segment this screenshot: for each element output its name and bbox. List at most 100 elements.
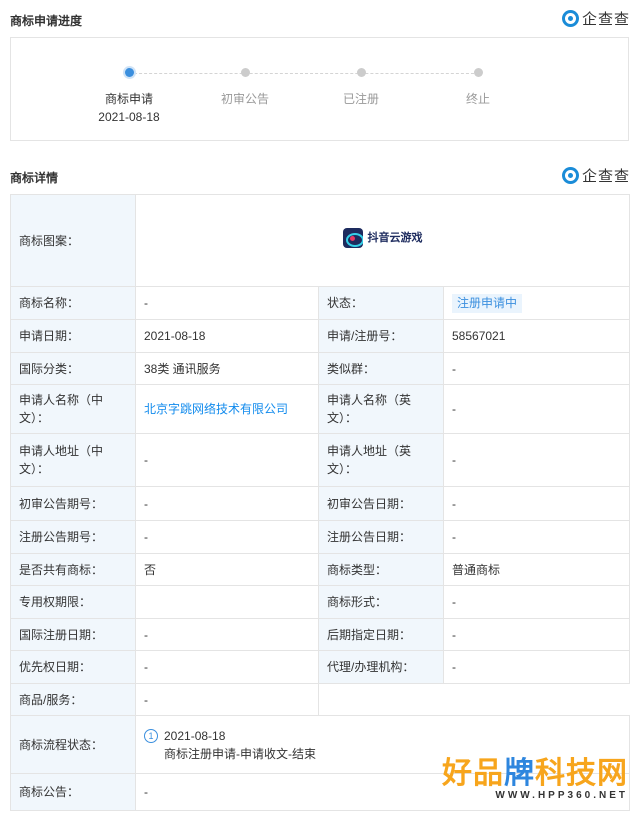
step-label: 商标申请 — [104, 92, 153, 106]
flow-entry: 1 2021-08-18 — [144, 726, 621, 745]
watermark-url: WWW.HPP360.NET — [495, 790, 628, 801]
field-value: - — [135, 486, 319, 521]
field-label: 初审公告期号： — [10, 486, 136, 521]
trademark-image[interactable]: 抖音云游戏 — [134, 194, 631, 287]
field-value: - — [442, 618, 631, 651]
field-label: 商标名称： — [10, 286, 136, 320]
table-row: 是否共有商标： 否 商标类型： 普通商标 — [10, 553, 631, 586]
field-value — [135, 585, 319, 619]
step-preliminary-announcement: 初审公告 — [185, 68, 305, 107]
field-label: 申请/注册号： — [318, 319, 444, 353]
logo-text: 抖音云游戏 — [367, 232, 423, 244]
qichacha-brand[interactable]: 企查查 — [561, 165, 630, 186]
field-label: 申请人名称（中文）： — [10, 384, 136, 434]
field-label: 国际分类： — [10, 352, 136, 385]
field-label: 注册公告期号： — [10, 520, 136, 554]
field-value: - — [442, 520, 631, 554]
trademark-details-table: 商标图案： 抖音云游戏 商标名称： - 状态： 注册申请中 申请日期： 2021… — [10, 194, 631, 811]
field-label: 申请日期： — [10, 319, 136, 353]
field-value: - — [135, 286, 319, 320]
field-value: 北京字跳网络技术有限公司 — [135, 384, 319, 434]
field-label: 商品/服务： — [10, 683, 136, 716]
field-label: 是否共有商标： — [10, 553, 136, 586]
field-label: 商标流程状态： — [10, 715, 136, 774]
field-value: 普通商标 — [442, 553, 631, 586]
field-label: 初审公告日期： — [318, 486, 444, 521]
field-label: 类似群： — [318, 352, 444, 385]
field-label: 专用权期限： — [10, 585, 136, 619]
table-row: 商标图案： 抖音云游戏 — [10, 194, 631, 287]
field-value: - — [135, 520, 319, 554]
field-value: - — [442, 585, 631, 619]
step-terminated: 终止 — [418, 68, 538, 107]
brand-label: 企查查 — [581, 168, 630, 185]
step-label: 已注册 — [342, 92, 379, 106]
field-value: 注册申请中 — [442, 286, 631, 320]
flow-step-number-icon: 1 — [144, 728, 158, 743]
field-label: 商标图案： — [10, 194, 136, 287]
table-row: 优先权日期： - 代理/办理机构： - — [10, 650, 631, 684]
field-value: 2021-08-18 — [135, 319, 319, 353]
field-label: 代理/办理机构： — [318, 650, 444, 684]
field-label: 优先权日期： — [10, 650, 136, 684]
qichacha-logo-icon — [561, 10, 579, 27]
table-row: 申请日期： 2021-08-18 申请/注册号： 58567021 — [10, 319, 631, 353]
field-label: 注册公告日期： — [318, 520, 444, 554]
table-row: 商品/服务： - — [10, 683, 630, 716]
progress-section-title: 商标申请进度 — [10, 14, 83, 28]
watermark-title-part: 牌 — [504, 757, 535, 790]
step-label: 终止 — [465, 92, 490, 106]
qichacha-logo-icon — [561, 167, 579, 184]
empty-cell — [317, 683, 630, 716]
applicant-company-link[interactable]: 北京字跳网络技术有限公司 — [144, 402, 288, 416]
step-dot-icon — [240, 68, 250, 77]
step-dot-icon — [473, 68, 483, 77]
step-date: 2021-08-18 — [98, 110, 160, 124]
field-value: - — [442, 486, 631, 521]
table-row: 申请人地址（中文）： - 申请人地址（英文）： - — [10, 433, 631, 487]
table-row: 注册公告期号： - 注册公告日期： - — [10, 520, 631, 554]
details-section-title: 商标详情 — [10, 171, 59, 185]
watermark-title: 好品牌科技网 — [442, 758, 628, 790]
step-label: 初审公告 — [220, 92, 269, 106]
field-value: - — [135, 650, 319, 684]
field-value: 58567021 — [442, 319, 631, 353]
field-value: - — [135, 618, 319, 651]
table-row: 专用权期限： 商标形式： - — [10, 585, 631, 619]
step-dot-icon — [356, 68, 366, 77]
watermark-title-part: 好品 — [442, 757, 504, 790]
table-row: 国际注册日期： - 后期指定日期： - — [10, 618, 631, 651]
progress-tracker: 商标申请 2021-08-18 初审公告 已注册 终止 — [10, 37, 629, 141]
site-watermark: 好品牌科技网 WWW.HPP360.NET — [442, 758, 628, 802]
qichacha-brand[interactable]: 企查查 — [561, 8, 630, 29]
field-value: 否 — [135, 553, 319, 586]
field-value: - — [135, 683, 319, 716]
table-row: 商标名称： - 状态： 注册申请中 — [10, 286, 631, 320]
table-row: 初审公告期号： - 初审公告日期： - — [10, 486, 631, 521]
step-registered: 已注册 — [301, 68, 421, 107]
step-active-dot-icon — [124, 68, 134, 77]
brand-label: 企查查 — [581, 11, 630, 28]
field-value: - — [442, 433, 631, 487]
field-value: 38类 通讯服务 — [135, 352, 319, 385]
table-row: 国际分类： 38类 通讯服务 类似群： - — [10, 352, 631, 385]
field-label: 商标公告： — [10, 773, 136, 811]
watermark-title-part: 科技网 — [535, 757, 628, 790]
field-label: 商标类型： — [318, 553, 444, 586]
field-label: 申请人地址（中文）： — [10, 433, 136, 487]
field-label: 后期指定日期： — [318, 618, 444, 651]
field-value: - — [442, 352, 631, 385]
flow-date: 2021-08-18 — [164, 728, 226, 743]
field-label: 国际注册日期： — [10, 618, 136, 651]
douyin-cloud-game-logo: 抖音云游戏 — [342, 228, 423, 248]
field-label: 申请人地址（英文）： — [318, 433, 444, 487]
field-label: 状态： — [318, 286, 444, 320]
douyin-logo-icon — [342, 228, 363, 248]
field-value: - — [135, 433, 319, 487]
field-value: - — [442, 384, 631, 434]
field-label: 商标形式： — [318, 585, 444, 619]
field-label: 申请人名称（英文）： — [318, 384, 444, 434]
status-badge: 注册申请中 — [452, 293, 523, 313]
step-trademark-application: 商标申请 2021-08-18 — [69, 68, 189, 126]
field-value: - — [442, 650, 631, 684]
